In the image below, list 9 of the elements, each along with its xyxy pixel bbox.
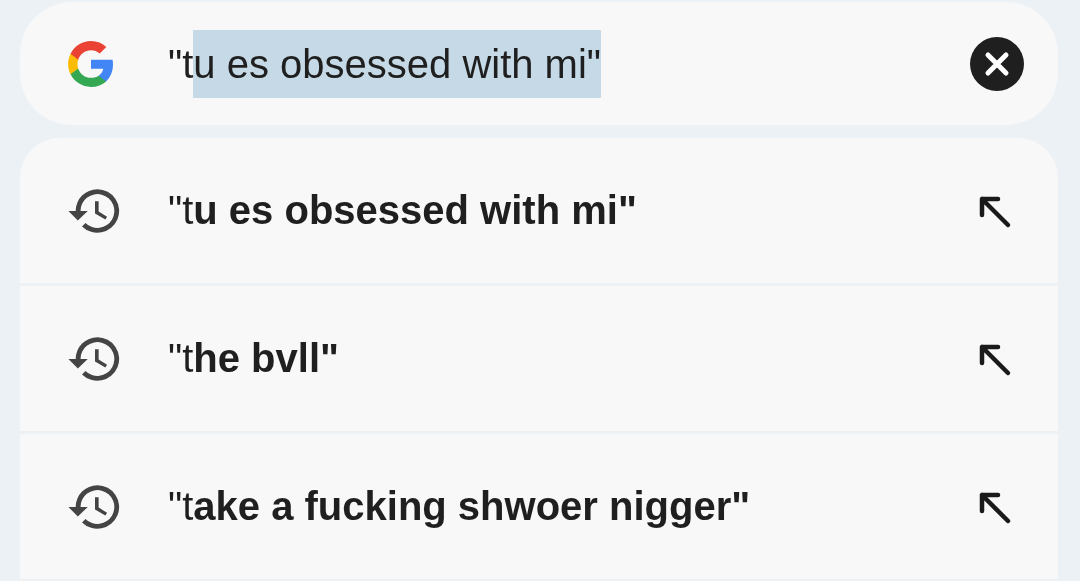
suggestion-item[interactable]: "tu es obsessed with mi" — [20, 138, 1058, 286]
g-logo-icon — [66, 38, 116, 89]
suggestion-item[interactable]: "take a fucking shwoer nigger" — [20, 434, 1058, 581]
suggestion-text: "the bvll" — [168, 336, 340, 381]
suggestion-item[interactable]: "the bvll" — [20, 286, 1058, 434]
suggestion-text: "tu es obsessed with mi" — [168, 188, 638, 233]
clear-icon[interactable] — [970, 36, 1024, 91]
search-field[interactable]: "tu es obsessed with mi" — [20, 2, 1058, 125]
suggestion-text: "take a fucking shwoer nigger" — [168, 484, 752, 529]
